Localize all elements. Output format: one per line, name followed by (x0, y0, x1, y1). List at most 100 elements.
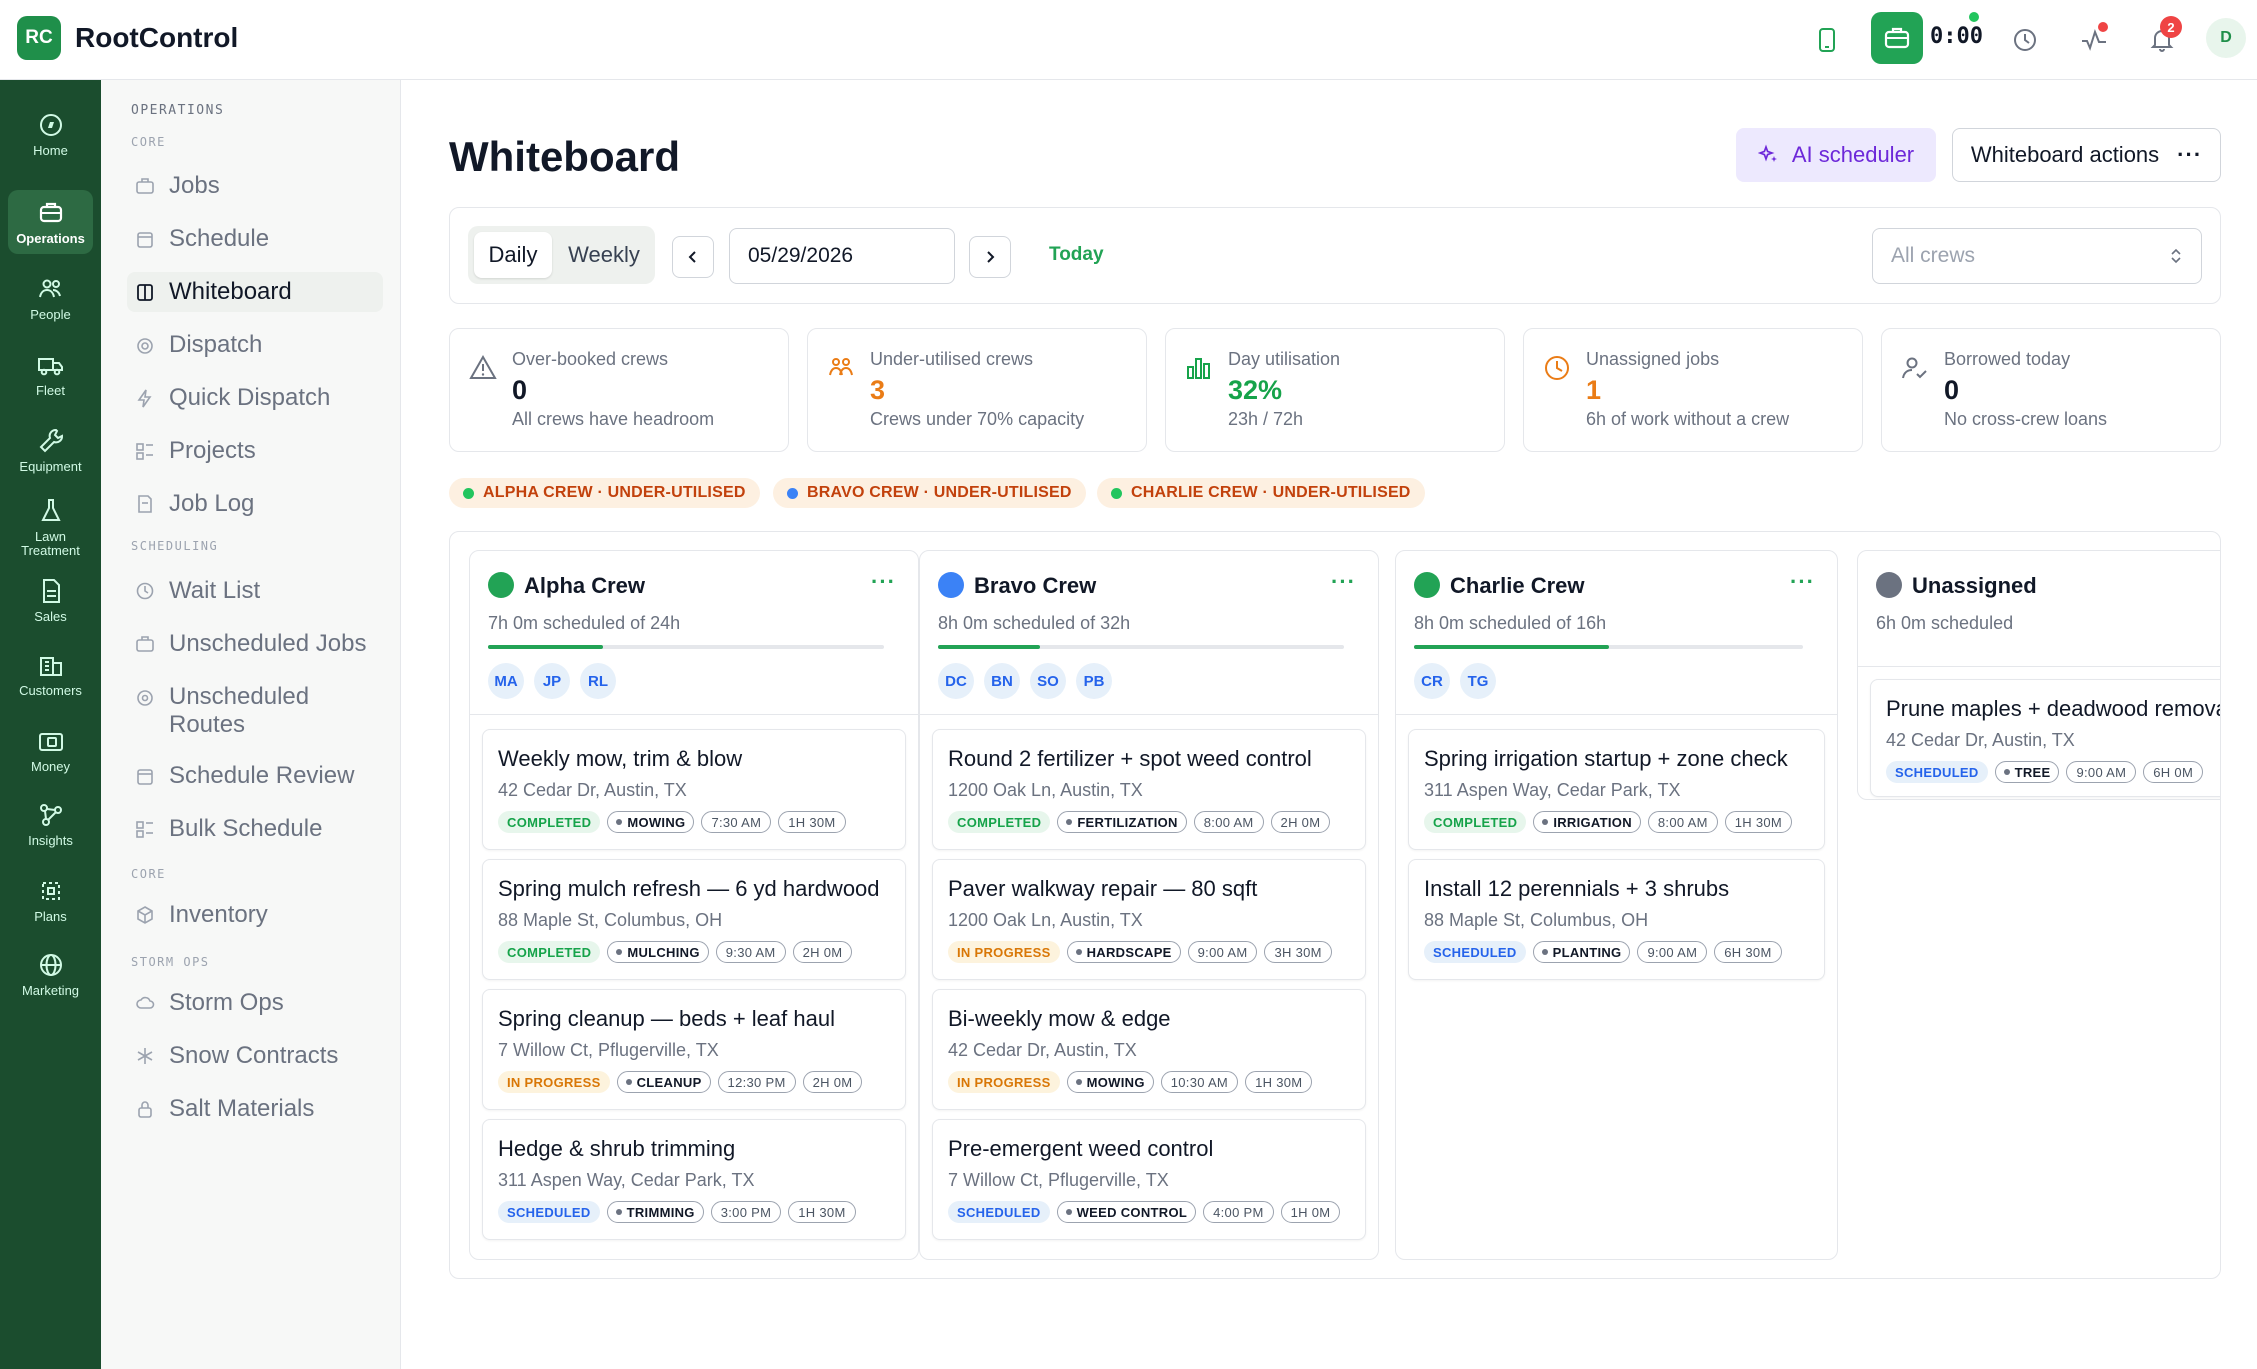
shift-timer[interactable]: 0:00 (1930, 24, 1983, 49)
stat-label: Day utilisation (1228, 349, 1341, 369)
rail-item-home[interactable]: Home (8, 110, 93, 158)
member-avatar[interactable]: TG (1460, 663, 1496, 699)
sidebar-item-storm-ops[interactable]: Storm Ops (127, 983, 383, 1023)
crew-filter-select[interactable]: All crews (1872, 228, 2202, 284)
job-card[interactable]: Weekly mow, trim & blow 42 Cedar Dr, Aust… (482, 729, 906, 850)
today-link[interactable]: Today (1049, 244, 1104, 266)
board-icon (135, 280, 155, 304)
stat-card-borrowed-today: Borrowed today 0 No cross-crew loans (1881, 328, 2221, 452)
rail-item-customers[interactable]: Customers (8, 650, 93, 698)
member-avatar[interactable]: BN (984, 663, 1020, 699)
job-duration: 1H 30M (778, 811, 846, 833)
crew-menu-button[interactable]: ··· (871, 569, 896, 595)
job-card[interactable]: Paver walkway repair — 80 sqft 1200 Oak L… (932, 859, 1366, 980)
view-daily-button[interactable]: Daily (474, 232, 552, 278)
category-dot (1541, 949, 1548, 955)
crew-name: Unassigned (1912, 573, 2037, 598)
job-tags: IN PROGRESS HARDSCAPE 9:00 AM 3H 30M (948, 941, 1332, 963)
job-card[interactable]: Install 12 perennials + 3 shrubs 88 Maple… (1408, 859, 1825, 980)
sidebar-item-bulk-schedule[interactable]: Bulk Schedule (127, 809, 383, 849)
rail-item-label: Home (33, 143, 68, 158)
whiteboard-board: Alpha Crew ··· 7h 0m scheduled of 24h MA JP R… (449, 531, 2221, 1279)
ai-scheduler-button[interactable]: AI scheduler (1736, 128, 1936, 182)
previous-day-button[interactable] (672, 236, 714, 278)
alert-pill[interactable]: CHARLIE CREW · UNDER-UTILISED (1097, 478, 1425, 508)
sidebar-item-unscheduled-routes[interactable]: Unscheduled Routes (127, 677, 383, 745)
job-card[interactable]: Pre-emergent weed control 7 Willow Ct, Pf… (932, 1119, 1366, 1240)
sidebar-item-unscheduled-jobs[interactable]: Unscheduled Jobs (127, 624, 383, 664)
rail-item-label: Operations (16, 231, 85, 246)
member-avatar[interactable]: MA (488, 663, 524, 699)
rail-item-marketing[interactable]: Marketing (8, 950, 93, 998)
member-avatar[interactable]: CR (1414, 663, 1450, 699)
crew-menu-button[interactable]: ··· (1790, 569, 1815, 595)
sidebar-item-whiteboard[interactable]: Whiteboard (127, 272, 383, 312)
alert-pill[interactable]: BRAVO CREW · UNDER-UTILISED (773, 478, 1086, 508)
sidebar-item-wait-list[interactable]: Wait List (127, 571, 383, 611)
category-dot (1542, 819, 1549, 825)
stat-subtext: 6h of work without a crew (1586, 409, 1790, 429)
sidebar-item-label: Schedule Review (169, 762, 355, 789)
job-card[interactable]: Spring irrigation startup + zone check 31… (1408, 729, 1825, 850)
job-card[interactable]: Hedge & shrub trimming 311 Aspen Way, Ced… (482, 1119, 906, 1240)
view-weekly-button[interactable]: Weekly (560, 232, 648, 278)
sidebar-item-dispatch[interactable]: Dispatch (127, 325, 383, 365)
member-avatar[interactable]: PB (1076, 663, 1112, 699)
crew-scheduled-hours: 8h 0m scheduled of 32h (938, 613, 1131, 633)
member-avatar[interactable]: DC (938, 663, 974, 699)
job-card[interactable]: Spring mulch refresh — 6 yd hardwood 88 M… (482, 859, 906, 980)
sidebar-item-jobs[interactable]: Jobs (127, 166, 383, 206)
rail-item-money[interactable]: Money (8, 726, 93, 774)
rail-item-people[interactable]: People (8, 274, 93, 322)
rail-item-plans[interactable]: Plans (8, 876, 93, 924)
app-logo[interactable]: RC (17, 16, 61, 60)
job-duration: 1H 30M (1724, 811, 1793, 833)
sidebar-item-projects[interactable]: Projects (127, 431, 383, 471)
crew-utilisation-bar (938, 645, 1344, 649)
job-status-badge: SCHEDULED (1424, 941, 1526, 963)
sidebar-item-schedule-review[interactable]: Schedule Review (127, 756, 383, 796)
member-avatar[interactable]: RL (580, 663, 616, 699)
user-avatar[interactable]: D (2206, 18, 2246, 58)
job-card[interactable]: Bi-weekly mow & edge 42 Cedar Dr, Austin,… (932, 989, 1366, 1110)
job-card[interactable]: Prune maples + deadwood removal 42 Cedar … (1870, 679, 2220, 797)
job-category-tag: CLEANUP (616, 1071, 711, 1093)
sidebar-item-job-log[interactable]: Job Log (127, 484, 383, 524)
crew-menu-button[interactable]: ··· (1331, 569, 1356, 595)
sidebar-item-inventory[interactable]: Inventory (127, 895, 383, 935)
job-status-badge: COMPLETED (498, 811, 601, 833)
stat-label: Borrowed today (1944, 349, 2071, 369)
job-tags: SCHEDULED WEED CONTROL 4:00 PM 1H 0M (948, 1201, 1341, 1223)
sidebar-item-label: Wait List (169, 577, 261, 604)
sidebar-item-salt-materials[interactable]: Salt Materials (127, 1089, 383, 1129)
alert-pill[interactable]: ALPHA CREW · UNDER-UTILISED (449, 478, 760, 508)
job-duration: 2H 0M (1270, 811, 1331, 833)
clock-icon[interactable] (2003, 18, 2047, 62)
job-status-badge: COMPLETED (498, 941, 601, 963)
rail-item-operations[interactable]: Operations (8, 190, 93, 254)
sidebar-item-quick-dispatch[interactable]: Quick Dispatch (127, 378, 383, 418)
activity-icon[interactable] (2072, 18, 2116, 62)
clock-in-button[interactable] (1871, 12, 1923, 64)
rail-item-lawn-treatment[interactable]: Lawn Treatment (8, 496, 93, 558)
next-day-button[interactable] (969, 236, 1011, 278)
member-avatar[interactable]: JP (534, 663, 570, 699)
rail-item-insights[interactable]: Insights (8, 800, 93, 848)
job-status-badge: COMPLETED (948, 811, 1051, 833)
projects-icon (135, 439, 155, 463)
rail-item-fleet[interactable]: Fleet (8, 350, 93, 398)
app-title[interactable]: RootControl (75, 22, 238, 54)
member-avatar[interactable]: SO (1030, 663, 1066, 699)
whiteboard-actions-button[interactable]: Whiteboard actions ··· (1952, 128, 2221, 182)
sidebar-item-schedule[interactable]: Schedule (127, 219, 383, 259)
date-input[interactable]: 05/29/2026 (729, 228, 955, 284)
sidebar-item-label: Unscheduled Jobs (169, 630, 367, 657)
sidebar-item-snow-contracts[interactable]: Snow Contracts (127, 1036, 383, 1076)
stat-value: 3 (870, 375, 886, 405)
sidebar-item-label: Projects (169, 437, 256, 464)
mobile-icon[interactable] (1805, 18, 1849, 62)
job-card[interactable]: Round 2 fertilizer + spot weed control 12… (932, 729, 1366, 850)
job-card[interactable]: Spring cleanup — beds + leaf haul 7 Willo… (482, 989, 906, 1110)
rail-item-sales[interactable]: Sales (8, 576, 93, 624)
rail-item-equipment[interactable]: Equipment (8, 426, 93, 474)
